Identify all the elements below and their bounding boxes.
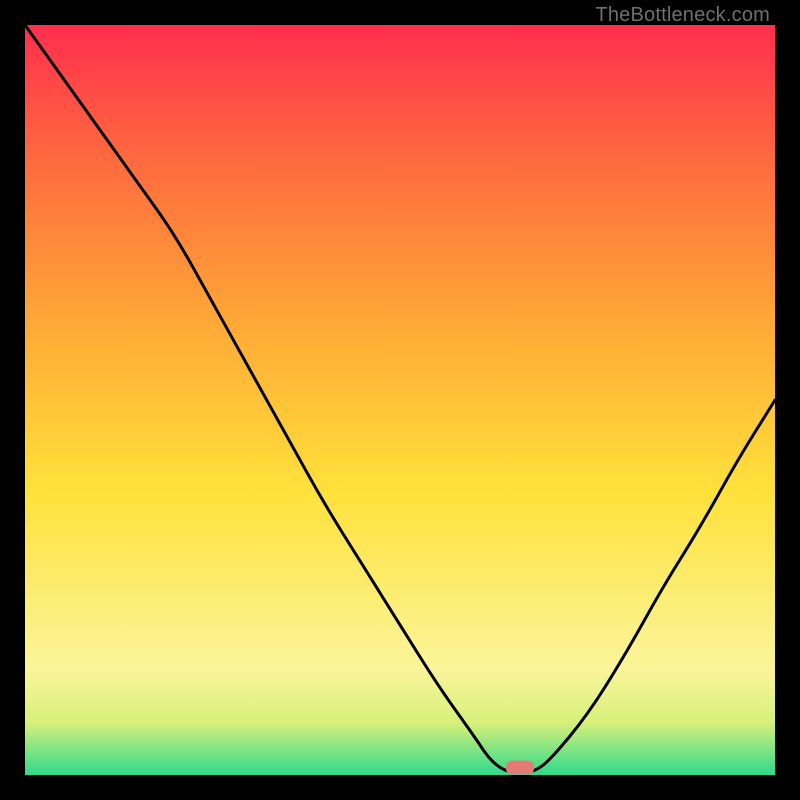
watermark-text: TheBottleneck.com: [595, 4, 770, 27]
optimal-marker: [506, 761, 534, 775]
gradient-background: [25, 25, 775, 775]
chart-frame: TheBottleneck.com: [0, 0, 800, 800]
chart-svg: [25, 25, 775, 775]
plot-area: [25, 25, 775, 775]
